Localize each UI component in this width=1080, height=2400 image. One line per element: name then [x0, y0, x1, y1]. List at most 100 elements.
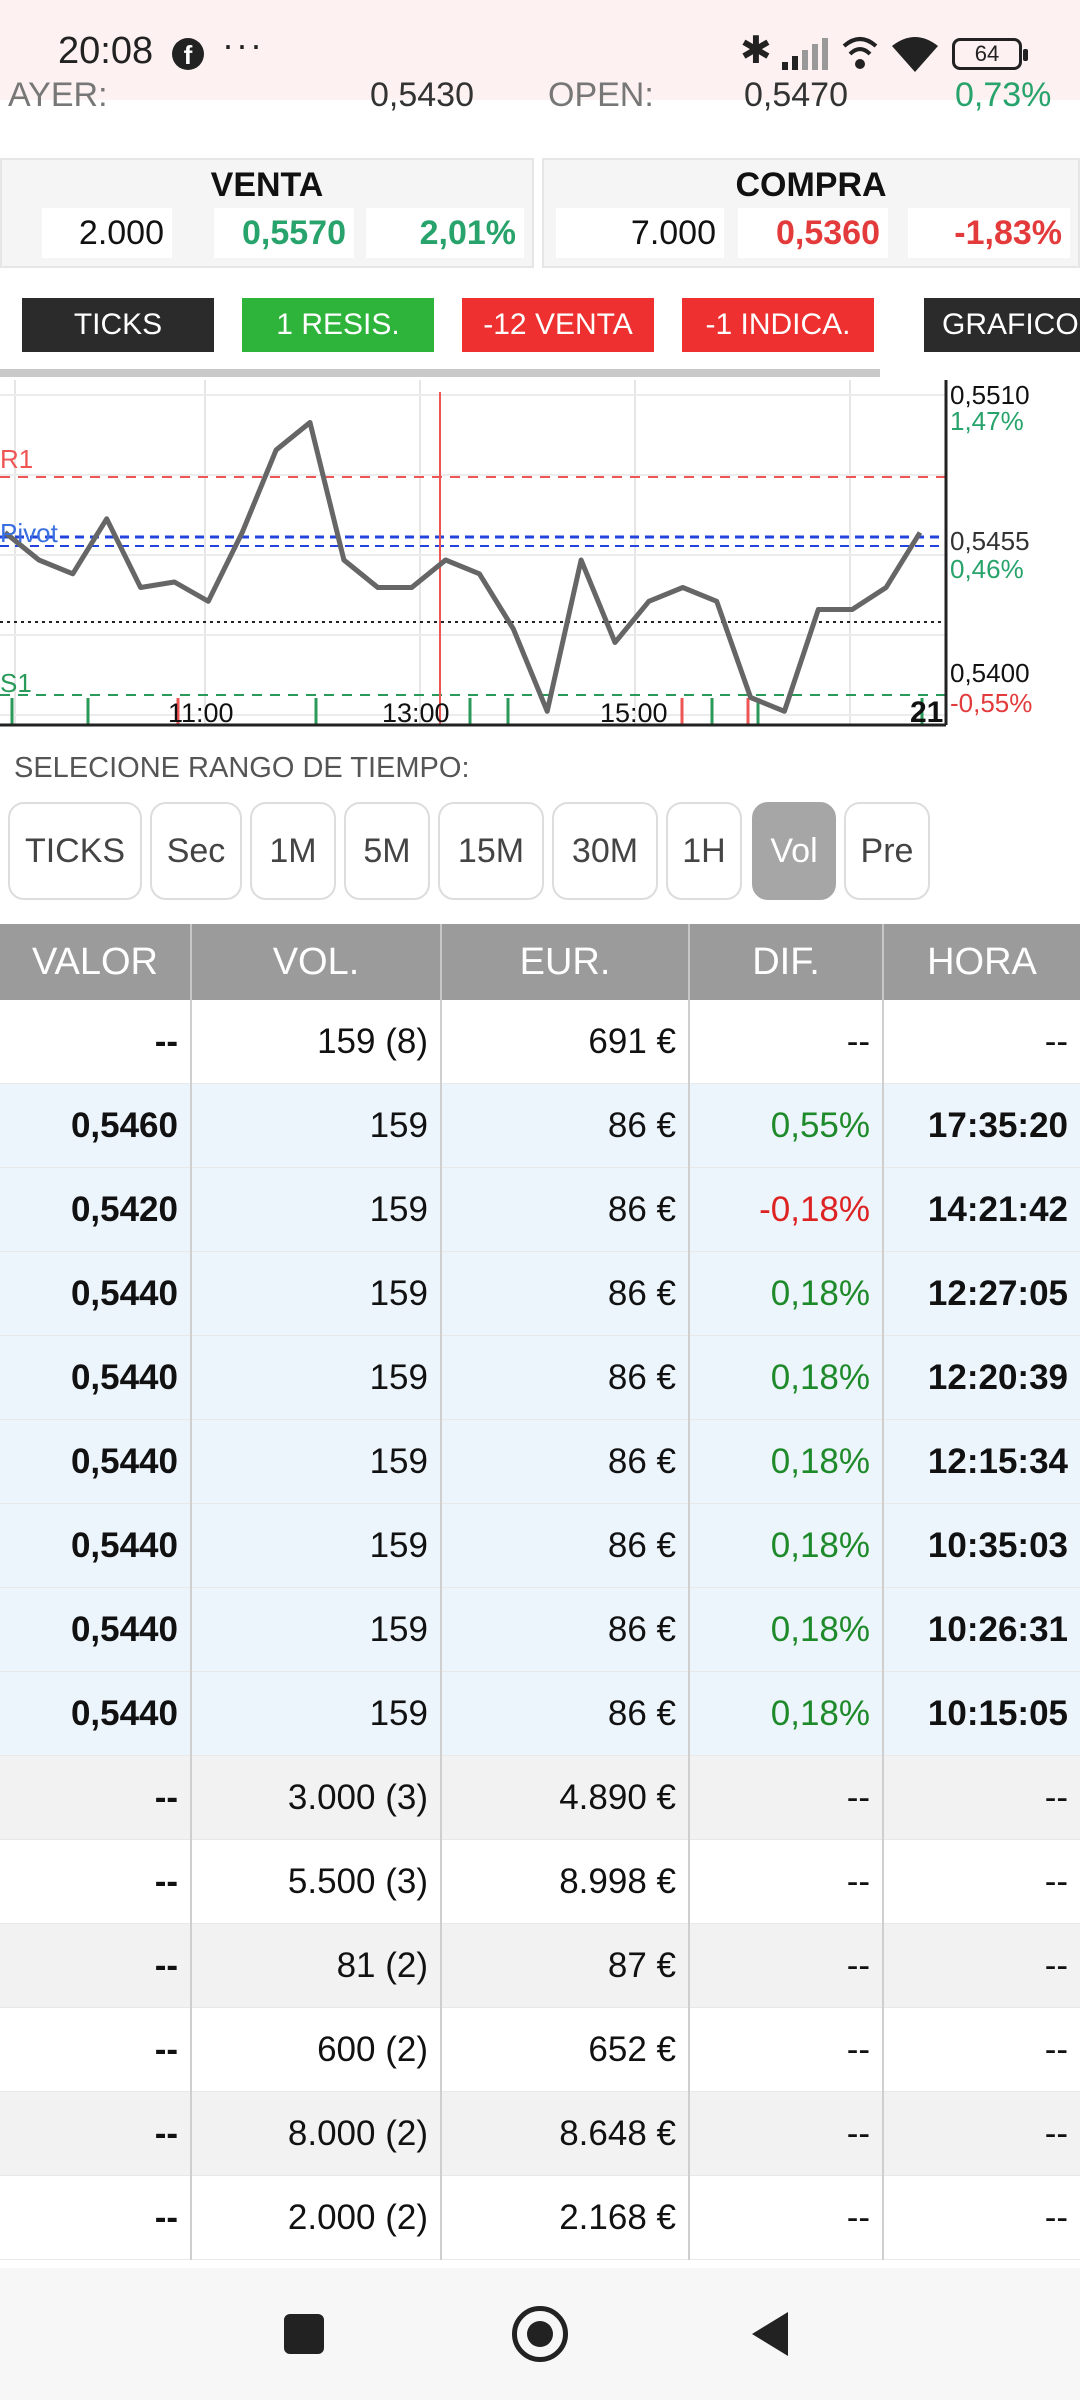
- header-eur[interactable]: EUR.: [442, 924, 690, 1000]
- back-icon[interactable]: [752, 2312, 788, 2356]
- battery-level: 64: [974, 41, 1000, 66]
- cell-dif: --: [690, 2176, 884, 2260]
- cell-valor: --: [0, 2176, 192, 2260]
- tab-indicators[interactable]: -1 INDICA.: [682, 298, 874, 352]
- cell-vol: 2.000 (2): [192, 2176, 442, 2260]
- x-end-label: 21: [910, 696, 943, 729]
- recent-apps-icon[interactable]: [284, 2314, 324, 2354]
- range-ticks-button[interactable]: TICKS: [8, 802, 142, 900]
- price-line: [3, 420, 923, 714]
- home-icon[interactable]: [512, 2306, 568, 2362]
- clock: 20:08: [58, 30, 154, 72]
- table-row[interactable]: 0,5460 159 86 €0,55% 17:35:20: [0, 1084, 1080, 1168]
- table-row[interactable]: 0,5440 159 86 €0,18% 12:20:39: [0, 1336, 1080, 1420]
- table-row[interactable]: 0,5440 159 86 €0,18% 12:15:34: [0, 1420, 1080, 1504]
- open-pct: 0,73%: [955, 76, 1052, 114]
- cell-hora: 12:15:34: [927, 1442, 1068, 1481]
- cell-eur: 8.648 €: [442, 2092, 690, 2176]
- cell-dif: --: [690, 1000, 884, 1084]
- cell-hora: --: [1044, 1862, 1068, 1901]
- cell-valor: 0,5460: [0, 1084, 192, 1168]
- cell-valor: --: [0, 2008, 192, 2092]
- cell-dif: 0,18%: [690, 1588, 884, 1672]
- cell-dif: --: [690, 1924, 884, 2008]
- table-row[interactable]: -- 2.000 (2) 2.168 € -- --: [0, 2176, 1080, 2260]
- tab-ticks[interactable]: TICKS: [22, 298, 214, 352]
- cell-hora: --: [1044, 1946, 1068, 1985]
- cell-eur: 86 €: [442, 1084, 690, 1168]
- compra-title: COMPRA: [735, 166, 887, 204]
- pivot-label: Pivot: [0, 518, 59, 548]
- range-pre-button[interactable]: Pre: [844, 802, 930, 900]
- table-row[interactable]: 0,5440 159 86 €0,18% 10:26:31: [0, 1588, 1080, 1672]
- header-valor[interactable]: VALOR: [0, 924, 192, 1000]
- tab-grafico[interactable]: GRAFICO I: [924, 298, 1080, 352]
- cell-eur: 86 €: [442, 1504, 690, 1588]
- range-30m-button[interactable]: 30M: [552, 802, 658, 900]
- table-row[interactable]: 0,5420 159 86 € -0,18% 14:21:42: [0, 1168, 1080, 1252]
- x-tick-1500: 15:00: [600, 698, 668, 728]
- system-nav-bar: [0, 2268, 1080, 2400]
- tab-venta[interactable]: -12 VENTA: [462, 298, 654, 352]
- table-row[interactable]: -- 3.000 (3) 4.890 € -- --: [0, 1756, 1080, 1840]
- tab-resistance[interactable]: 1 RESIS.: [242, 298, 434, 352]
- cell-vol: 600 (2): [192, 2008, 442, 2092]
- cell-vol: 8.000 (2): [192, 2092, 442, 2176]
- cell-hora: 17:35:20: [927, 1106, 1068, 1145]
- cell-vol: 159: [192, 1168, 442, 1252]
- cell-hora: --: [1044, 2114, 1068, 2153]
- cell-vol: 159: [192, 1588, 442, 1672]
- cell-valor: --: [0, 1924, 192, 2008]
- axis-top-pct: 1,47%: [950, 406, 1024, 436]
- more-notifications-icon: ···: [222, 24, 264, 65]
- price-chart[interactable]: R1 Pivot S1 0,5510 1,47% 0,5455 0,46% 0,…: [0, 380, 1080, 730]
- table-row[interactable]: 0,5440 159 86 €0,18% 12:27:05: [0, 1252, 1080, 1336]
- axis-bottom-value: 0,5400: [950, 658, 1030, 688]
- compra-qty: 7.000: [556, 208, 724, 258]
- header-hora[interactable]: HORA: [884, 924, 1080, 1000]
- range-15m-button[interactable]: 15M: [438, 802, 544, 900]
- cell-vol: 159: [192, 1084, 442, 1168]
- cell-hora: --: [1044, 2198, 1068, 2237]
- cell-eur: 4.890 €: [442, 1756, 690, 1840]
- cell-dif: 0,18%: [690, 1336, 884, 1420]
- compra-pct: -1,83%: [908, 208, 1070, 258]
- table-row[interactable]: 0,5440 159 86 €0,18% 10:35:03: [0, 1504, 1080, 1588]
- header-vol[interactable]: VOL.: [192, 924, 442, 1000]
- cell-eur: 86 €: [442, 1672, 690, 1756]
- table-row[interactable]: -- 8.000 (2) 8.648 € -- --: [0, 2092, 1080, 2176]
- range-sec-button[interactable]: Sec: [150, 802, 242, 900]
- cell-dif: --: [690, 1840, 884, 1924]
- table-row[interactable]: -- 81 (2) 87 € -- --: [0, 1924, 1080, 2008]
- table-row[interactable]: -- 5.500 (3) 8.998 € -- --: [0, 1840, 1080, 1924]
- cell-dif: --: [690, 2092, 884, 2176]
- table-row[interactable]: 0,5440 159 86 €0,18% 10:15:05: [0, 1672, 1080, 1756]
- open-value: 0,5470: [744, 76, 848, 114]
- table-row[interactable]: -- 600 (2) 652 € -- --: [0, 2008, 1080, 2092]
- cell-hora: 12:27:05: [927, 1274, 1068, 1313]
- r1-label: R1: [0, 444, 33, 474]
- range-vol-button[interactable]: Vol: [752, 802, 836, 900]
- signal-icon: [782, 38, 828, 70]
- signal-tabs: TICKS 1 RESIS. -12 VENTA -1 INDICA. GRAF…: [0, 298, 1080, 354]
- range-1h-button[interactable]: 1H: [666, 802, 742, 900]
- cell-valor: 0,5440: [0, 1252, 192, 1336]
- range-5m-button[interactable]: 5M: [344, 802, 430, 900]
- table-row[interactable]: -- 159 (8) 691 € -- --: [0, 1000, 1080, 1084]
- cell-eur: 8.998 €: [442, 1840, 690, 1924]
- cell-hora: --: [1044, 2030, 1068, 2069]
- cell-dif: 0,18%: [690, 1672, 884, 1756]
- range-1m-button[interactable]: 1M: [250, 802, 336, 900]
- cell-hora: 14:21:42: [927, 1190, 1068, 1229]
- cell-vol: 3.000 (3): [192, 1756, 442, 1840]
- cell-dif: --: [690, 2008, 884, 2092]
- cell-vol: 159 (8): [192, 1000, 442, 1084]
- venta-title: VENTA: [210, 166, 324, 204]
- cell-dif: 0,55%: [690, 1084, 884, 1168]
- header-dif[interactable]: DIF.: [690, 924, 884, 1000]
- wifi-icon: [892, 37, 938, 72]
- cell-valor: 0,5440: [0, 1336, 192, 1420]
- cell-valor: 0,5440: [0, 1588, 192, 1672]
- horizontal-scrollbar[interactable]: [0, 369, 880, 377]
- cell-valor: 0,5440: [0, 1672, 192, 1756]
